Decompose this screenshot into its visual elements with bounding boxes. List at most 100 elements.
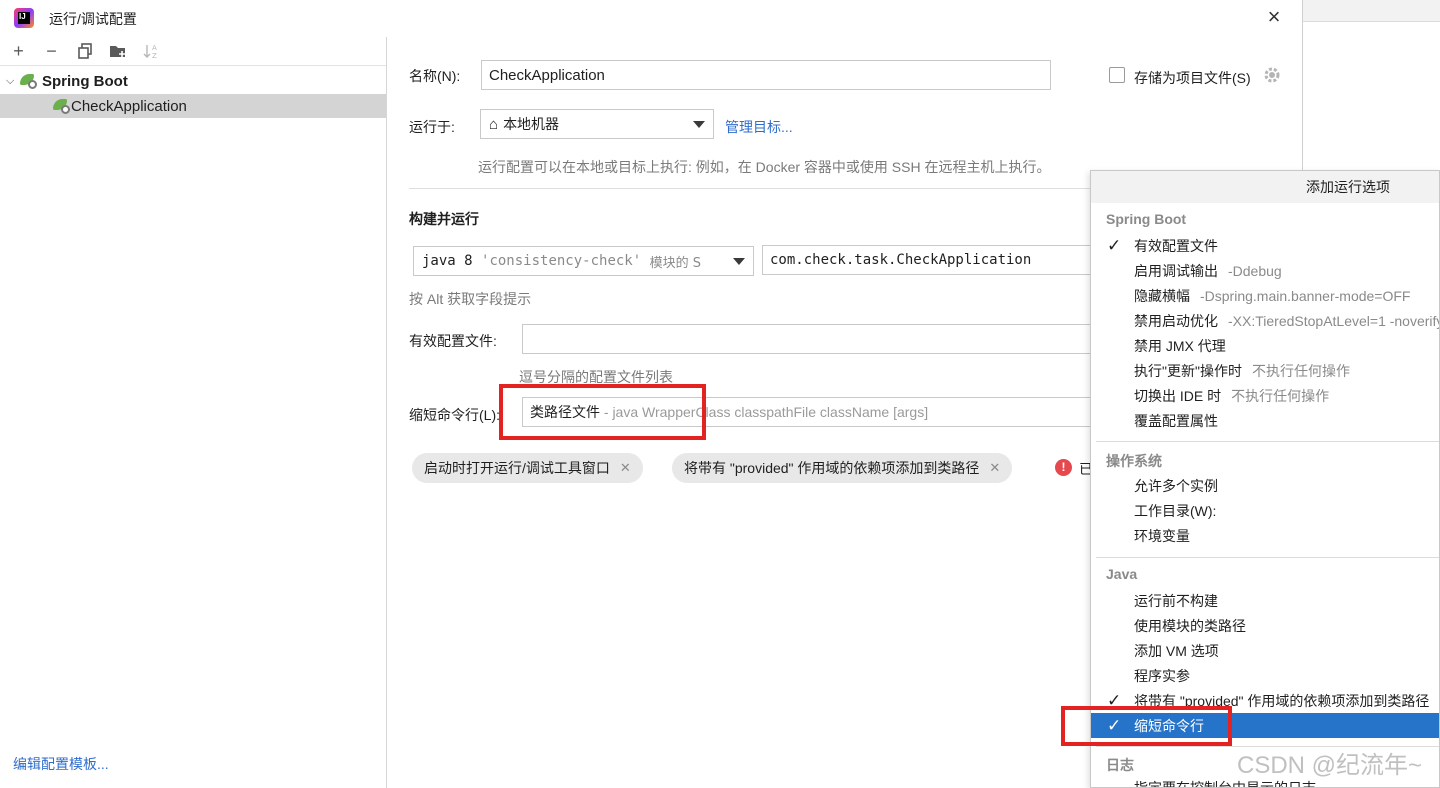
- option-debug-output[interactable]: 启用调试输出 -Ddebug: [1091, 258, 1439, 283]
- main-class-input[interactable]: com.check.task.CheckApplication: [762, 245, 1102, 275]
- error-icon: !: [1055, 459, 1072, 476]
- option-hide-banner[interactable]: 隐藏横幅 -Dspring.main.banner-mode=OFF: [1091, 283, 1439, 308]
- option-label: 环境变量: [1134, 527, 1190, 544]
- dropdown-arrow-icon: [733, 258, 745, 265]
- spring-boot-icon: [20, 73, 38, 89]
- name-input[interactable]: CheckApplication: [481, 60, 1051, 90]
- name-label: 名称(N):: [409, 68, 461, 84]
- divider: [409, 188, 1109, 189]
- title-bar: IJ 运行/调试配置 ×: [0, 0, 1303, 37]
- group-log: 日志: [1106, 757, 1134, 773]
- active-profiles-input[interactable]: [522, 324, 1102, 354]
- option-disable-launch-optimization[interactable]: 禁用启动优化 -XX:TieredStopAtLevel=1 -noverify: [1091, 308, 1440, 333]
- chevron-down-icon[interactable]: ⌵: [6, 75, 20, 88]
- option-override-properties[interactable]: 覆盖配置属性: [1091, 408, 1439, 433]
- option-chip-provided-scope[interactable]: 将带有 "provided" 作用域的依赖项添加到类路径 ✕: [672, 453, 1013, 483]
- option-detail: -XX:TieredStopAtLevel=1 -noverify: [1228, 312, 1440, 329]
- option-label: 添加 VM 选项: [1134, 642, 1219, 659]
- option-detail: 不执行任何操作: [1231, 387, 1330, 404]
- home-icon: ⌂: [489, 115, 499, 133]
- option-label: 程序实参: [1134, 667, 1190, 684]
- alt-hint: 按 Alt 获取字段提示: [409, 291, 532, 307]
- tree-item-label: CheckApplication: [71, 97, 187, 115]
- option-detail: -Dspring.main.banner-mode=OFF: [1200, 287, 1411, 304]
- option-no-build[interactable]: 运行前不构建: [1091, 588, 1439, 613]
- option-program-args[interactable]: 程序实参: [1091, 663, 1439, 688]
- run-on-select[interactable]: ⌂ 本地机器: [480, 109, 714, 139]
- save-as-project-file-checkbox[interactable]: [1109, 67, 1125, 83]
- active-profiles-label: 有效配置文件:: [409, 333, 497, 349]
- shorten-cmd-label: 缩短命令行(L):: [409, 407, 500, 423]
- option-on-update[interactable]: 执行"更新"操作时 不执行任何操作: [1091, 358, 1439, 383]
- option-on-frame-deactivation[interactable]: 切换出 IDE 时不执行任何操作: [1091, 383, 1439, 408]
- option-label: 执行"更新"操作时: [1134, 362, 1242, 379]
- gear-icon[interactable]: [1263, 66, 1281, 84]
- remove-icon[interactable]: −: [39, 39, 64, 63]
- option-label: 工作目录(W):: [1134, 502, 1217, 519]
- tree-toolbar: + − AZ: [0, 37, 386, 66]
- option-label: 运行前不构建: [1134, 592, 1218, 609]
- dialog-title: 运行/调试配置: [49, 11, 137, 27]
- popup-header: 添加运行选项: [1091, 171, 1439, 203]
- option-vm-options[interactable]: 添加 VM 选项: [1091, 638, 1439, 663]
- close-button[interactable]: ×: [1262, 6, 1286, 30]
- option-active-profiles[interactable]: ✓ 有效配置文件: [1091, 233, 1439, 258]
- option-label: 切换出 IDE 时: [1134, 387, 1222, 404]
- chip-label: 将带有 "provided" 作用域的依赖项添加到类路径: [684, 460, 980, 476]
- run-on-value: 本地机器: [503, 116, 560, 132]
- run-on-label: 运行于:: [409, 119, 455, 135]
- group-java: Java: [1106, 566, 1138, 582]
- close-icon[interactable]: ✕: [620, 460, 631, 476]
- manage-targets-link[interactable]: 管理目标...: [725, 117, 793, 137]
- option-label: 指定要在控制台中显示的日志: [1134, 779, 1316, 788]
- spring-boot-icon: [53, 98, 71, 114]
- svg-text:Z: Z: [152, 52, 157, 59]
- option-label: 禁用 JMX 代理: [1134, 337, 1226, 354]
- tree-item-spring-boot[interactable]: ⌵ Spring Boot: [0, 69, 386, 93]
- group-os: 操作系统: [1106, 453, 1162, 469]
- group-spring-boot: Spring Boot: [1106, 211, 1187, 227]
- option-env-vars[interactable]: 环境变量: [1091, 523, 1439, 548]
- copy-icon[interactable]: [72, 39, 97, 63]
- tree-item-label: Spring Boot: [42, 72, 128, 90]
- option-working-dir[interactable]: 工作目录(W):: [1091, 498, 1439, 523]
- svg-text:A: A: [152, 44, 157, 52]
- new-folder-icon[interactable]: [105, 39, 130, 63]
- watermark: CSDN @纪流年~: [1237, 752, 1423, 779]
- close-icon[interactable]: ✕: [989, 460, 1000, 476]
- option-module-classpath[interactable]: 使用模块的类路径: [1091, 613, 1439, 638]
- option-label: 覆盖配置属性: [1134, 412, 1218, 429]
- highlight-box-shorten-field: [499, 384, 706, 440]
- build-run-heading: 构建并运行: [409, 211, 479, 227]
- background-tab-strip: [1303, 0, 1440, 22]
- dropdown-arrow-icon: [693, 121, 705, 128]
- option-allow-multiple[interactable]: 允许多个实例: [1091, 473, 1439, 498]
- run-on-hint: 运行配置可以在本地或目标上执行: 例如，在 Docker 容器中或使用 SSH …: [478, 159, 1051, 175]
- checkmark-icon: ✓: [1107, 235, 1122, 255]
- option-label: 有效配置文件: [1134, 237, 1218, 254]
- config-tree-panel: + − AZ ⌵ Spring Boot CheckApplication 编辑…: [0, 37, 387, 788]
- jdk-module: 'consistency-check': [481, 253, 642, 269]
- option-disable-jmx[interactable]: 禁用 JMX 代理: [1091, 333, 1439, 358]
- highlight-box-shorten-option: [1061, 706, 1232, 746]
- divider: [1096, 441, 1439, 442]
- option-label: 隐藏横幅: [1134, 287, 1190, 304]
- option-detail: -Ddebug: [1228, 262, 1282, 279]
- option-chip-open-tool-window[interactable]: 启动时打开运行/调试工具窗口 ✕: [412, 453, 643, 483]
- option-label: 允许多个实例: [1134, 477, 1218, 494]
- sort-icon[interactable]: AZ: [138, 39, 163, 63]
- option-label: 启用调试输出: [1134, 262, 1218, 279]
- option-label: 禁用启动优化: [1134, 312, 1218, 329]
- tree-item-check-application[interactable]: CheckApplication: [0, 94, 386, 118]
- edit-templates-link[interactable]: 编辑配置模板...: [13, 754, 109, 774]
- option-label: 使用模块的类路径: [1134, 617, 1246, 634]
- option-detail: 不执行任何操作: [1251, 362, 1350, 379]
- chip-label: 启动时打开运行/调试工具窗口: [424, 460, 610, 476]
- jdk-select[interactable]: java 8 'consistency-check' 模块的 S: [413, 246, 754, 276]
- jdk-version: java 8: [422, 253, 473, 269]
- intellij-logo-icon: IJ: [14, 8, 34, 28]
- save-as-project-file-label[interactable]: 存储为项目文件(S): [1134, 68, 1251, 88]
- divider: [1096, 557, 1439, 558]
- jdk-suffix: 模块的 S: [649, 255, 701, 271]
- add-icon[interactable]: +: [6, 39, 31, 63]
